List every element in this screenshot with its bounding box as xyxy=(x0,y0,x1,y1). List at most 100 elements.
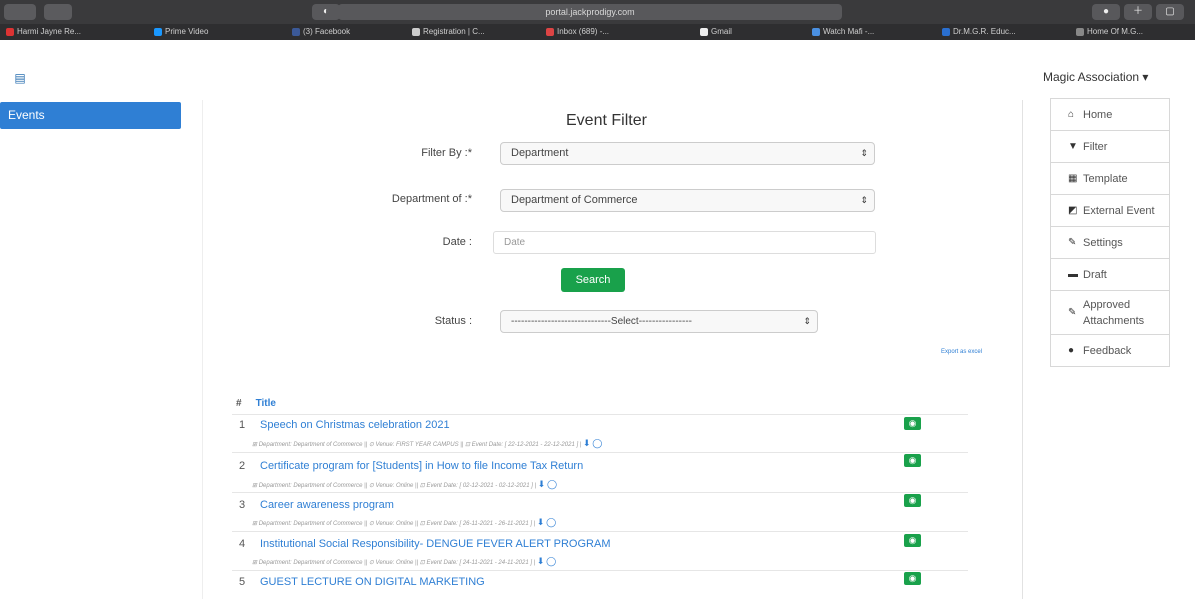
url-bar[interactable]: portal.jackprodigy.com xyxy=(338,4,842,20)
bookmark-item[interactable]: Watch Mafi -... xyxy=(812,26,874,38)
menu-item-draft[interactable]: ▬ Draft xyxy=(1051,258,1169,290)
view-event-button[interactable]: ◉ xyxy=(904,572,921,585)
page-title: Event Filter xyxy=(566,112,647,129)
menu-item-home[interactable]: ⌂ Home xyxy=(1051,98,1169,130)
list-header: # Title xyxy=(236,398,276,409)
event-meta-text: ⊞ Department: Department of Commerce || … xyxy=(252,560,536,566)
status-select[interactable]: ------------------------------Select----… xyxy=(500,310,818,333)
search-button[interactable]: Search xyxy=(561,268,625,292)
event-meta-text: ⊞ Department: Department of Commerce || … xyxy=(252,442,582,448)
external-link-icon: ◩ xyxy=(1068,205,1078,216)
department-value: Department of Commerce xyxy=(511,194,638,206)
bookmark-item[interactable]: Inbox (689) -... xyxy=(546,26,609,38)
divider xyxy=(1022,100,1023,599)
event-title-link[interactable]: Institutional Social Responsibility- DEN… xyxy=(260,538,611,550)
select-arrows-icon: ⇕ xyxy=(860,195,868,205)
sidebar-item-events[interactable]: Events xyxy=(0,102,181,129)
window-controls[interactable] xyxy=(4,4,36,20)
date-input[interactable]: Date xyxy=(493,231,876,254)
event-meta: ⊞ Department: Department of Commerce || … xyxy=(252,556,556,567)
filter-by-select[interactable]: Department ⇕ xyxy=(500,142,875,165)
select-arrows-icon: ⇕ xyxy=(803,316,811,326)
bookmark-item[interactable]: (3) Facebook xyxy=(292,26,350,38)
comment-icon: ● xyxy=(1068,345,1075,356)
account-dropdown[interactable]: Magic Association ▾ xyxy=(1043,70,1148,84)
circle-icon[interactable]: ◯ xyxy=(546,517,556,527)
bookmark-item[interactable]: Harmi Jayne Re... xyxy=(6,26,81,38)
department-select[interactable]: Department of Commerce ⇕ xyxy=(500,189,875,212)
circle-icon[interactable]: ◯ xyxy=(546,556,556,566)
divider xyxy=(232,531,968,532)
right-action-menu: ⌂ Home ▼ Filter ▦ Template ◩ External Event … xyxy=(1050,98,1170,367)
filter-by-value: Department xyxy=(511,147,569,159)
divider xyxy=(232,492,968,493)
bookmark-favicon-icon xyxy=(700,28,708,36)
event-meta-text: ⊞ Department: Department of Commerce || … xyxy=(252,483,537,489)
bookmark-label: Home Of M.G... xyxy=(1087,27,1144,36)
tabs-overview-icon[interactable]: ▢ xyxy=(1156,4,1184,20)
bookmark-label: (3) Facebook xyxy=(303,27,351,36)
download-icon[interactable]: ⬇ xyxy=(537,556,545,566)
menu-item-label: Approved Attachments xyxy=(1083,298,1145,327)
menu-icon[interactable]: ▤ xyxy=(10,70,30,86)
circle-icon[interactable]: ◯ xyxy=(547,479,557,489)
view-event-button[interactable]: ◉ xyxy=(904,417,921,430)
bookmark-label: Prime Video xyxy=(165,27,209,36)
status-value: ------------------------------Select----… xyxy=(511,316,692,327)
event-title-link[interactable]: Career awareness program xyxy=(260,499,394,511)
bookmark-item[interactable]: Dr.M.G.R. Educ... xyxy=(942,26,1016,38)
circle-icon[interactable]: ◯ xyxy=(592,438,602,448)
bookmark-item[interactable]: Registration | C... xyxy=(412,26,485,38)
share-icon[interactable]: ● xyxy=(1092,4,1120,20)
bookmarks-bar: Harmi Jayne Re... Prime Video (3) Facebo… xyxy=(0,24,1195,40)
bookmark-label: Registration | C... xyxy=(423,27,485,36)
bookmark-label: Dr.M.G.R. Educ... xyxy=(953,27,1016,36)
event-title-link[interactable]: Speech on Christmas celebration 2021 xyxy=(260,419,450,431)
bookmark-favicon-icon xyxy=(1076,28,1084,36)
event-meta-text: ⊞ Department: Department of Commerce || … xyxy=(252,521,536,527)
download-icon[interactable]: ⬇ xyxy=(583,438,591,448)
menu-item-filter[interactable]: ▼ Filter xyxy=(1051,130,1169,162)
menu-item-external-event[interactable]: ◩ External Event xyxy=(1051,194,1169,226)
menu-item-approved-attachments[interactable]: ✎ Approved Attachments xyxy=(1051,290,1169,334)
folder-icon: ▬ xyxy=(1068,269,1078,280)
menu-item-label: Template xyxy=(1083,172,1128,185)
menu-item-template[interactable]: ▦ Template xyxy=(1051,162,1169,194)
bookmark-favicon-icon xyxy=(412,28,420,36)
privacy-icon[interactable]: ◐ xyxy=(312,4,340,20)
row-number: 3 xyxy=(239,499,246,511)
divider xyxy=(232,414,968,415)
bookmark-item[interactable]: Gmail xyxy=(700,26,732,38)
bookmark-label: Gmail xyxy=(711,27,732,36)
view-event-button[interactable]: ◉ xyxy=(904,454,921,467)
bookmark-label: Harmi Jayne Re... xyxy=(17,27,82,36)
menu-item-settings[interactable]: ✎ Settings xyxy=(1051,226,1169,258)
event-title-link[interactable]: GUEST LECTURE ON DIGITAL MARKETING xyxy=(260,576,485,588)
view-event-button[interactable]: ◉ xyxy=(904,494,921,507)
sidebar-toggle-button[interactable] xyxy=(44,4,72,20)
bookmark-label: Inbox (689) -... xyxy=(557,27,610,36)
row-number: 1 xyxy=(239,419,246,431)
download-icon[interactable]: ⬇ xyxy=(537,517,545,527)
view-event-button[interactable]: ◉ xyxy=(904,534,921,547)
divider xyxy=(202,100,203,599)
menu-item-feedback[interactable]: ● Feedback xyxy=(1051,334,1169,366)
index-column-header: # xyxy=(236,398,242,409)
bookmark-favicon-icon xyxy=(812,28,820,36)
bookmark-label: Watch Mafi -... xyxy=(823,27,875,36)
export-excel-link[interactable]: Export as excel xyxy=(941,349,982,355)
new-tab-icon[interactable]: ＋ xyxy=(1124,4,1152,20)
event-meta: ⊞ Department: Department of Commerce || … xyxy=(252,438,602,449)
bookmark-favicon-icon xyxy=(546,28,554,36)
download-icon[interactable]: ⬇ xyxy=(538,479,546,489)
menu-item-label: Settings xyxy=(1083,236,1123,249)
row-number: 4 xyxy=(239,538,246,550)
menu-item-label: Filter xyxy=(1083,140,1108,153)
select-arrows-icon: ⇕ xyxy=(860,148,868,158)
event-meta: ⊞ Department: Department of Commerce || … xyxy=(252,517,556,528)
bookmark-item[interactable]: Prime Video xyxy=(154,26,208,38)
home-icon: ⌂ xyxy=(1068,109,1075,120)
event-title-link[interactable]: Certificate program for [Students] in Ho… xyxy=(260,460,583,472)
menu-item-label: Feedback xyxy=(1083,344,1132,357)
bookmark-item[interactable]: Home Of M.G... xyxy=(1076,26,1143,38)
